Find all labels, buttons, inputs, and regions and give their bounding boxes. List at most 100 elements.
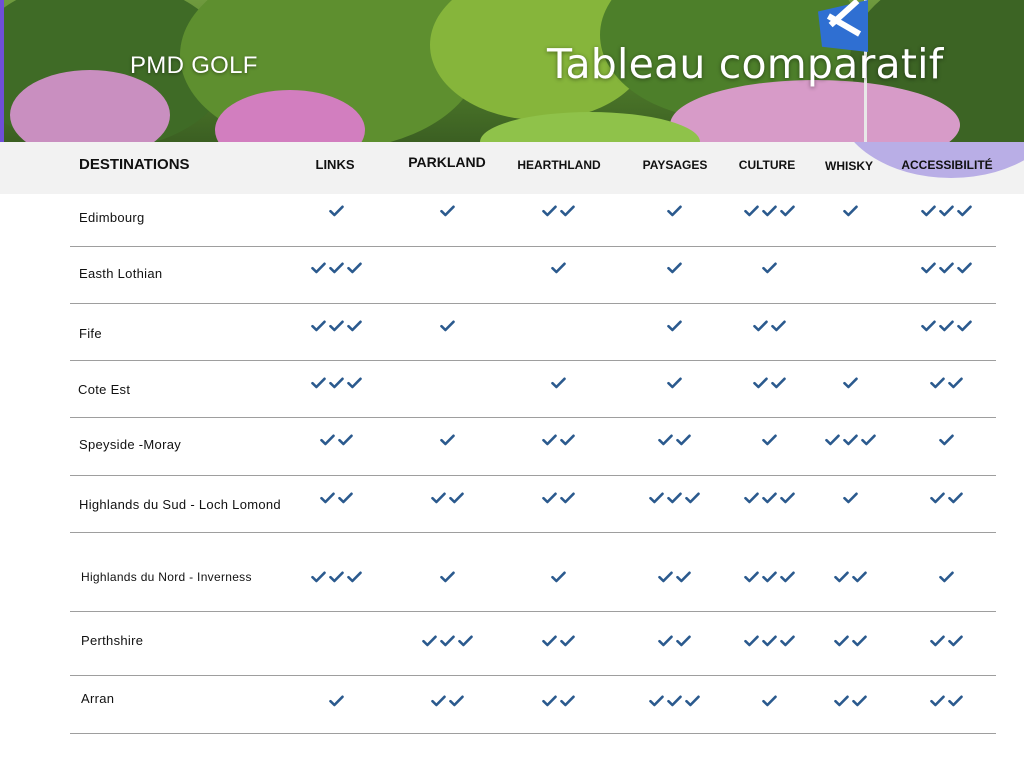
rating-cell: [310, 320, 362, 332]
rating-cell: [550, 377, 566, 389]
check-icon: [310, 320, 326, 332]
check-icon: [328, 695, 344, 707]
check-icon: [666, 320, 682, 332]
check-icon: [824, 434, 840, 446]
check-icon: [947, 695, 963, 707]
check-icon: [770, 320, 786, 332]
check-icon: [319, 434, 335, 446]
rating-cell: [439, 320, 455, 332]
rating-cell: [666, 320, 682, 332]
check-icon: [328, 262, 344, 274]
check-icon: [541, 695, 557, 707]
check-icon: [559, 434, 575, 446]
check-icon: [430, 492, 446, 504]
check-icon: [938, 205, 954, 217]
check-icon: [346, 571, 362, 583]
check-icon: [550, 262, 566, 274]
check-icon: [346, 377, 362, 389]
destination-name: Speyside -Moray: [79, 437, 182, 452]
column-header-paysages: PAYSAGES: [642, 158, 708, 172]
rating-cell: [743, 492, 795, 504]
check-icon: [920, 320, 936, 332]
check-icon: [761, 262, 777, 274]
rating-cell: [752, 377, 786, 389]
check-icon: [541, 205, 557, 217]
rating-cell: [743, 635, 795, 647]
table-row: Arran: [0, 676, 1024, 734]
check-icon: [833, 635, 849, 647]
rating-cell: [666, 377, 682, 389]
check-icon: [842, 205, 858, 217]
check-icon: [675, 434, 691, 446]
destination-name: Perthshire: [81, 633, 144, 648]
rating-cell: [929, 635, 963, 647]
rating-cell: [833, 695, 867, 707]
check-icon: [956, 262, 972, 274]
destination-name: Fife: [79, 326, 102, 341]
check-icon: [541, 434, 557, 446]
check-icon: [421, 635, 437, 647]
rating-cell: [439, 205, 455, 217]
rating-cell: [328, 205, 344, 217]
rating-cell: [430, 695, 464, 707]
check-icon: [929, 492, 945, 504]
check-icon: [761, 635, 777, 647]
rating-cell: [310, 262, 362, 274]
column-header-parkland: PARKLAND: [408, 154, 486, 170]
check-icon: [920, 205, 936, 217]
rating-cell: [541, 695, 575, 707]
rating-cell: [657, 571, 691, 583]
check-icon: [328, 205, 344, 217]
check-icon: [666, 262, 682, 274]
rating-cell: [929, 695, 963, 707]
check-icon: [675, 635, 691, 647]
check-icon: [337, 434, 353, 446]
table-header: DESTINATIONS LINKS PARKLAND HEARTHLAND P…: [0, 142, 1024, 194]
rating-cell: [310, 377, 362, 389]
rating-cell: [319, 434, 353, 446]
rating-cell: [929, 377, 963, 389]
table-row: Perthshire: [0, 612, 1024, 676]
check-icon: [938, 434, 954, 446]
check-icon: [448, 695, 464, 707]
check-icon: [675, 571, 691, 583]
check-icon: [666, 695, 682, 707]
column-header-links: LINKS: [315, 157, 355, 172]
check-icon: [439, 205, 455, 217]
check-icon: [657, 635, 673, 647]
table-row: Easth Lothian: [0, 247, 1024, 304]
check-icon: [860, 434, 876, 446]
rating-cell: [648, 695, 700, 707]
check-icon: [457, 635, 473, 647]
check-icon: [938, 571, 954, 583]
check-icon: [938, 320, 954, 332]
rating-cell: [761, 695, 777, 707]
check-icon: [666, 205, 682, 217]
rating-cell: [310, 571, 362, 583]
check-icon: [439, 635, 455, 647]
rating-cell: [666, 262, 682, 274]
destination-name: Edimbourg: [79, 210, 145, 225]
rating-cell: [842, 377, 858, 389]
check-icon: [842, 434, 858, 446]
check-icon: [550, 377, 566, 389]
rating-cell: [920, 205, 972, 217]
check-icon: [779, 571, 795, 583]
rating-cell: [938, 571, 954, 583]
check-icon: [956, 205, 972, 217]
check-icon: [779, 635, 795, 647]
page-title: Tableau comparatif: [547, 40, 944, 88]
check-icon: [346, 262, 362, 274]
check-icon: [684, 492, 700, 504]
check-icon: [761, 695, 777, 707]
rating-cell: [439, 434, 455, 446]
check-icon: [920, 262, 936, 274]
destination-name: Highlands du Nord - Inverness: [81, 570, 252, 584]
check-icon: [851, 695, 867, 707]
banner-image: PMD GOLF Tableau comparatif: [0, 0, 1024, 142]
rating-cell: [842, 492, 858, 504]
check-icon: [666, 492, 682, 504]
check-icon: [430, 695, 446, 707]
check-icon: [337, 492, 353, 504]
check-icon: [657, 434, 673, 446]
